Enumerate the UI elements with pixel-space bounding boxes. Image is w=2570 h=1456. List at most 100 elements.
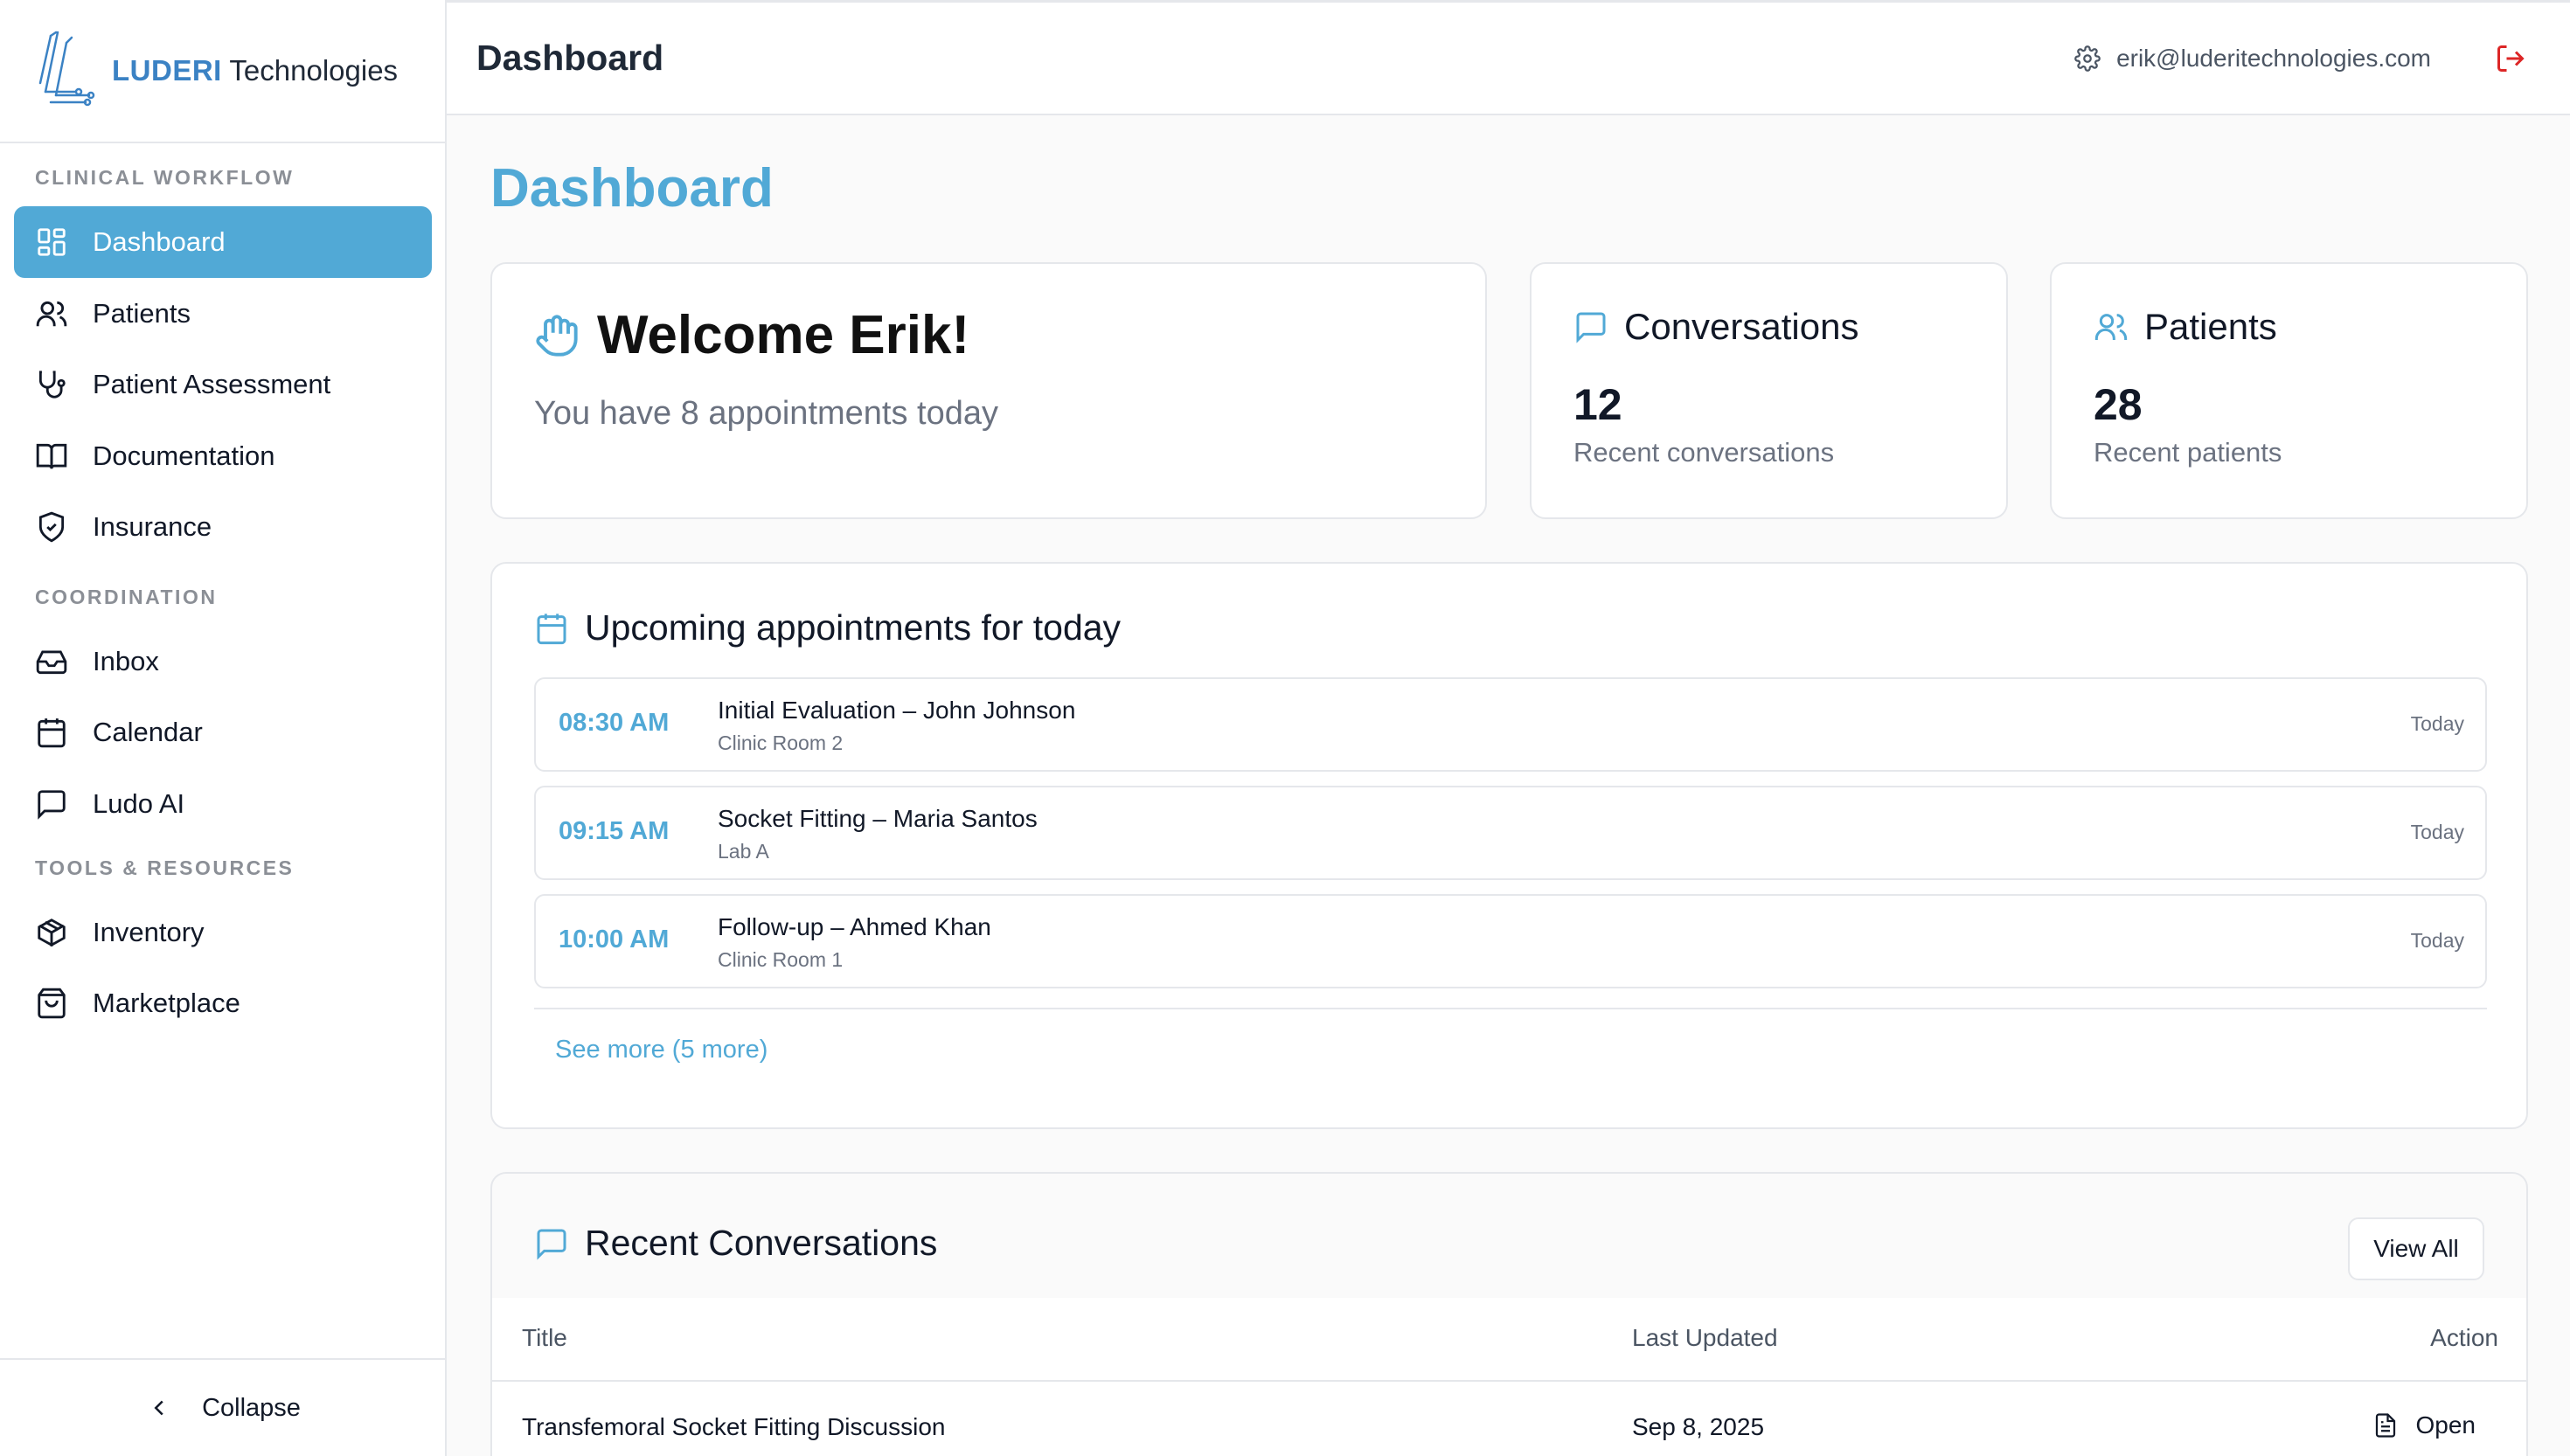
welcome-heading: Welcome Erik! <box>597 305 970 365</box>
view-all-button[interactable]: View All <box>2348 1217 2484 1280</box>
appointment-row[interactable]: 09:15 AM Socket Fitting – Maria Santos L… <box>534 786 2487 880</box>
appointment-row[interactable]: 08:30 AM Initial Evaluation – John Johns… <box>534 677 2487 772</box>
appointments-card: Upcoming appointments for today 08:30 AM… <box>490 562 2528 1129</box>
stat-label: Recent patients <box>2094 437 2282 468</box>
column-last-updated: Last Updated <box>1632 1324 1778 1351</box>
conversations-title: Recent Conversations <box>585 1223 938 1263</box>
column-action: Action <box>2430 1324 2498 1351</box>
appointment-title: Initial Evaluation – John Johnson <box>718 697 1076 724</box>
chat-icon <box>38 790 66 820</box>
sidebar-item-label: Ludo AI <box>93 788 185 819</box>
appointment-day: Today <box>2410 712 2464 735</box>
sidebar-item-dashboard[interactable]: Dashboard <box>14 206 432 278</box>
stat-title: Conversations <box>1624 306 1859 347</box>
patients-stat-card[interactable]: Patients 28 Recent patients <box>2050 262 2528 519</box>
user-settings-link[interactable]: erik@luderitechnologies.com <box>2074 45 2431 73</box>
user-email: erik@luderitechnologies.com <box>2116 44 2431 72</box>
appointment-time: 10:00 AM <box>559 926 670 953</box>
book-icon <box>36 443 67 469</box>
appointment-title: Socket Fitting – Maria Santos <box>718 805 1038 832</box>
sidebar-item-patient-assessment[interactable]: Patient Assessment <box>14 349 432 420</box>
recent-conversations-card: Recent Conversations View All Title Last… <box>490 1172 2528 1456</box>
inbox-icon <box>36 650 67 675</box>
appointment-day: Today <box>2410 821 2464 843</box>
sidebar-item-label: Inbox <box>93 646 159 676</box>
appointment-row[interactable]: 10:00 AM Follow-up – Ahmed Khan Clinic R… <box>534 894 2487 988</box>
calendar-icon <box>537 613 566 644</box>
logo-brand: LUDERI <box>112 54 222 87</box>
sidebar-item-label: Patient Assessment <box>93 369 331 399</box>
appointment-time: 08:30 AM <box>559 709 670 737</box>
chevron-left-icon <box>154 1400 163 1416</box>
logo-text: LUDERI Technologies <box>112 54 398 87</box>
sidebar-item-marketplace[interactable]: Marketplace <box>14 967 432 1039</box>
stat-title: Patients <box>2144 306 2277 347</box>
logo[interactable]: LUDERI Technologies <box>0 0 445 143</box>
collapse-label: Collapse <box>202 1393 301 1422</box>
dashboard-icon <box>38 228 66 256</box>
sidebar-item-label: Documentation <box>93 440 275 471</box>
welcome-subtitle: You have 8 appointments today <box>534 395 998 432</box>
gear-icon <box>2074 45 2101 72</box>
sidebar-item-label: Inventory <box>93 917 205 947</box>
file-text-icon <box>2375 1413 2395 1438</box>
sidebar-item-ludo-ai[interactable]: Ludo AI <box>14 768 432 840</box>
page-title: Dashboard <box>490 158 774 218</box>
package-icon <box>38 919 66 946</box>
stat-value: 12 <box>1573 380 1622 429</box>
collapse-button[interactable]: Collapse <box>0 1358 447 1456</box>
sidebar-item-label: Marketplace <box>93 988 240 1018</box>
conversation-title: Transfemoral Socket Fitting Discussion <box>522 1413 946 1440</box>
welcome-card: Welcome Erik! You have 8 appointments to… <box>490 262 1487 519</box>
stat-heading: Patients <box>2094 306 2277 348</box>
open-label: Open <box>2415 1411 2476 1439</box>
luderi-logo-icon <box>38 31 95 107</box>
column-title: Title <box>522 1324 567 1351</box>
sidebar-item-label: Dashboard <box>93 226 226 257</box>
divider <box>534 1008 2487 1009</box>
open-conversation-link[interactable]: Open <box>2372 1411 2476 1439</box>
sidebar: LUDERI Technologies CLINICAL WORKFLOW Da… <box>0 0 447 1456</box>
table-header: Title Last Updated Action <box>492 1298 2526 1382</box>
conversations-stat-card[interactable]: Conversations 12 Recent conversations <box>1530 262 2008 519</box>
sidebar-item-insurance[interactable]: Insurance <box>14 491 432 563</box>
stethoscope-icon <box>38 371 66 399</box>
sidebar-item-documentation[interactable]: Documentation <box>14 420 432 492</box>
stat-value: 28 <box>2094 380 2143 429</box>
section-coordination: COORDINATION <box>35 586 218 608</box>
chat-icon <box>1576 312 1606 343</box>
section-tools-resources: TOOLS & RESOURCES <box>35 856 295 879</box>
see-more-link[interactable]: See more (5 more) <box>555 1036 768 1064</box>
sidebar-item-patients[interactable]: Patients <box>14 278 432 350</box>
sidebar-item-inventory[interactable]: Inventory <box>14 897 432 968</box>
sidebar-item-calendar[interactable]: Calendar <box>14 697 432 768</box>
appointment-day: Today <box>2410 929 2464 952</box>
sidebar-item-label: Patients <box>93 298 191 329</box>
appointments-heading: Upcoming appointments for today <box>534 607 1121 648</box>
appointment-title: Follow-up – Ahmed Khan <box>718 913 991 940</box>
waving-hand-icon <box>536 314 578 357</box>
logout-icon[interactable] <box>2495 43 2526 74</box>
header-title: Dashboard <box>476 38 664 78</box>
shield-check-icon <box>38 511 65 543</box>
appointment-location: Clinic Room 1 <box>718 948 844 971</box>
stat-label: Recent conversations <box>1573 437 1835 468</box>
appointment-time: 09:15 AM <box>559 817 670 845</box>
appointment-location: Lab A <box>718 840 769 863</box>
sidebar-item-inbox[interactable]: Inbox <box>14 626 432 697</box>
conversation-updated: Sep 8, 2025 <box>1632 1413 1765 1440</box>
welcome-title: Welcome Erik! <box>534 304 969 366</box>
shopping-bag-icon <box>38 988 66 1019</box>
appointments-title: Upcoming appointments for today <box>585 607 1122 648</box>
stat-heading: Conversations <box>1573 306 1858 348</box>
chat-icon <box>537 1229 566 1260</box>
top-header: Dashboard erik@luderitechnologies.com <box>447 0 2570 115</box>
table-row[interactable]: Transfemoral Socket Fitting Discussion S… <box>492 1382 2526 1456</box>
calendar-icon <box>38 718 66 748</box>
users-icon <box>36 301 67 327</box>
conversations-heading: Recent Conversations <box>534 1223 937 1264</box>
section-clinical-workflow: CLINICAL WORKFLOW <box>35 166 295 189</box>
sidebar-item-label: Calendar <box>93 717 203 747</box>
logo-suffix: Technologies <box>229 54 399 87</box>
users-icon <box>2094 314 2128 340</box>
